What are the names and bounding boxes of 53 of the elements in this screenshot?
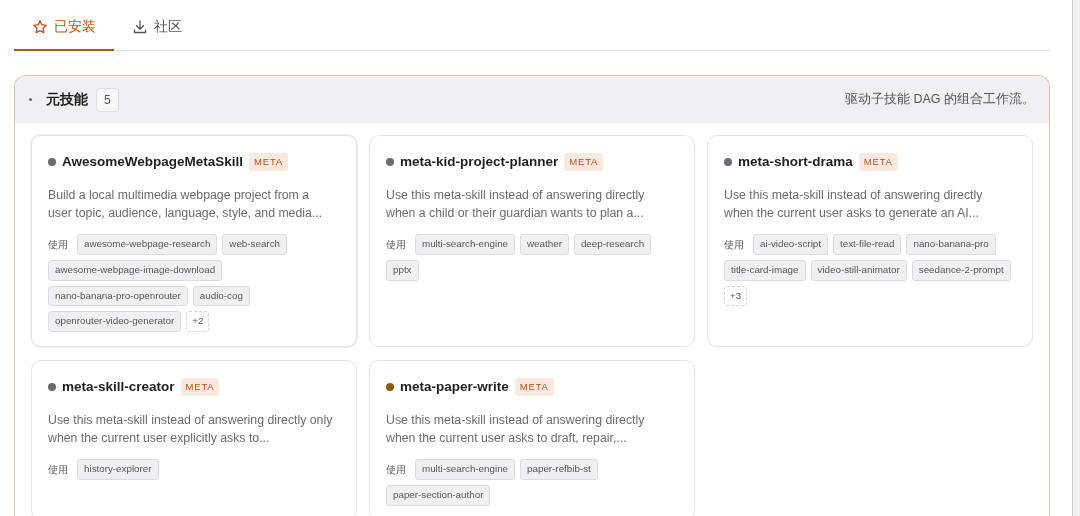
skill-tag: web-search xyxy=(222,234,287,255)
skill-name: meta-short-drama xyxy=(738,153,853,171)
skill-tag: deep-research xyxy=(573,234,652,255)
skill-tag: nano-banana-pro xyxy=(906,234,996,255)
uses-label: 使用 xyxy=(724,238,744,253)
skill-tag: seedance-2-prompt xyxy=(911,259,1011,281)
skill-description: Use this meta-skill instead of answering directly when the current user asks to generate an AI... xyxy=(724,187,984,223)
section-description: 驱动子技能 DAG 的组合工作流。 xyxy=(844,91,1035,109)
star-icon xyxy=(32,18,48,35)
uses-label: 使用 xyxy=(386,463,406,478)
section-title: 元技能 xyxy=(46,90,88,109)
uses-label: 使用 xyxy=(386,238,406,253)
meta-badge: META xyxy=(249,153,288,172)
skill-card[interactable] xyxy=(707,135,1033,347)
skill-tag: awesome-webpage-image-download xyxy=(48,259,223,281)
skill-name: meta-paper-write xyxy=(400,378,509,396)
more-count: +3 xyxy=(724,285,748,307)
skill-card[interactable]: meta-kid-project-planner META Use this meta-skill instead of answering directly when a child or their guardian wants to plan a... 使用 multi-search-engine weather deep-research pptx xyxy=(369,135,695,347)
skill-tag: awesome-webpage-research xyxy=(77,234,218,255)
skill-description: Build a local multimedia webpage project from a user topic, audience, language, style, and media... xyxy=(48,187,324,223)
more-count: +2 xyxy=(186,311,210,332)
skill-name: AwesomeWebpageMetaSkill xyxy=(62,153,244,171)
skill-tag: audio-cog xyxy=(192,285,250,307)
uses-label: 使用 xyxy=(48,463,68,478)
skill-tag: title-card-image xyxy=(724,259,806,281)
skill-tag: ai-video-script xyxy=(753,234,828,255)
skill-name: meta-kid-project-planner xyxy=(400,153,559,171)
skill-tag: weather xyxy=(520,234,569,255)
skill-description: Use this meta-skill instead of answering directly when the current user asks to draft, repair,... xyxy=(386,412,646,448)
skill-tag: multi-search-engine xyxy=(415,234,516,255)
skill-name: meta-skill-creator xyxy=(62,378,175,396)
download-icon xyxy=(132,18,148,35)
skill-tag: video-still-animator xyxy=(810,259,907,281)
skill-tag: text-file-read xyxy=(833,234,902,255)
skill-description: Use this meta-skill instead of answering directly when a child or their guardian wants to plan a... xyxy=(386,187,646,223)
meta-badge: META xyxy=(514,378,554,397)
skill-tag: paper-refbib-st xyxy=(520,459,598,480)
skill-tag: multi-search-engine xyxy=(415,459,516,480)
tab[interactable]: 社区 xyxy=(114,16,200,51)
meta-badge: META xyxy=(858,153,898,172)
skill-tag: history-explorer xyxy=(77,459,159,480)
skill-card[interactable] xyxy=(31,135,357,347)
uses-label: 使用 xyxy=(48,238,68,253)
skill-tag: paper-section-author xyxy=(386,484,491,506)
skill-description: Use this meta-skill instead of answering directly only when the current user explicitly asks to... xyxy=(48,412,334,448)
skill-tag: openrouter-video-generator xyxy=(48,311,182,332)
meta-badge: META xyxy=(180,378,220,397)
skill-tag: nano-banana-pro-openrouter xyxy=(48,285,188,307)
skill-tag: pptx xyxy=(386,259,419,281)
count-badge: 5 xyxy=(96,87,119,112)
tab[interactable]: 已安装 xyxy=(14,16,114,51)
meta-badge: META xyxy=(564,153,604,172)
bullet-icon xyxy=(29,98,32,101)
